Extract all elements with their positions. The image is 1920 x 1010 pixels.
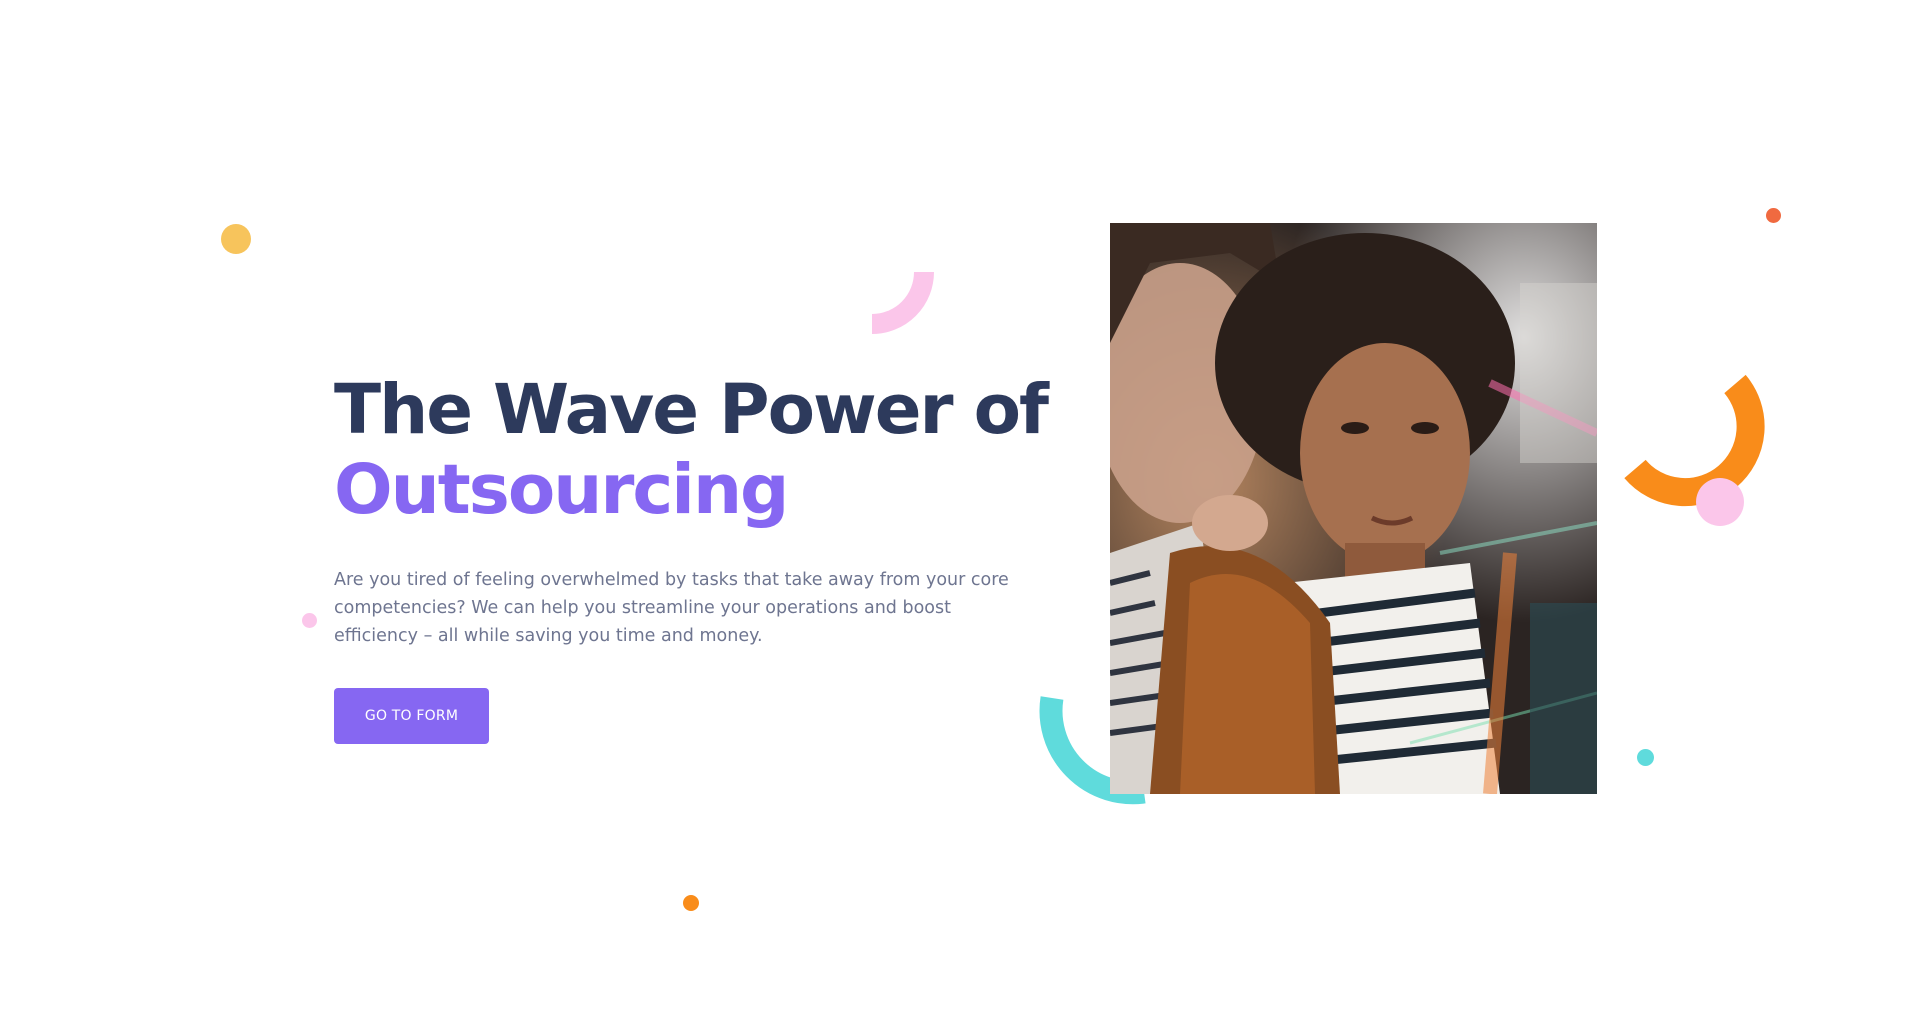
headline-line-2-accent: Outsourcing	[334, 450, 789, 530]
pink-arc-decoration	[871, 271, 934, 334]
yellow-dot-decoration	[221, 224, 251, 254]
pink-dot-decoration	[302, 613, 317, 628]
photo-image-icon	[1110, 223, 1597, 794]
pink-circle-decoration	[1696, 478, 1744, 526]
orange-dot-decoration	[683, 895, 699, 911]
teal-dot-decoration	[1637, 749, 1654, 766]
red-dot-decoration	[1766, 208, 1781, 223]
hero-photo	[1110, 223, 1597, 794]
hero-section: The Wave Power of Outsourcing Are you ti…	[0, 0, 1920, 1010]
go-to-form-button[interactable]: GO TO FORM	[334, 688, 489, 744]
hero-headline: The Wave Power of Outsourcing	[334, 370, 1049, 530]
hero-description: Are you tired of feeling overwhelmed by …	[334, 570, 1009, 646]
hero-content: The Wave Power of Outsourcing Are you ti…	[334, 370, 1049, 744]
headline-line-1: The Wave Power of	[334, 370, 1049, 450]
